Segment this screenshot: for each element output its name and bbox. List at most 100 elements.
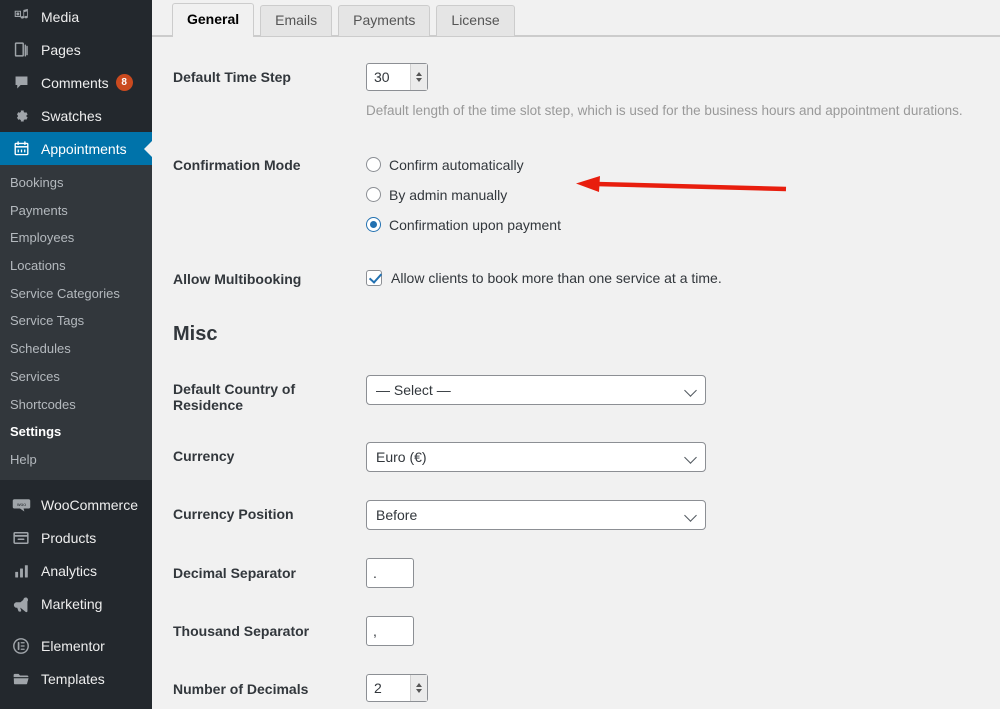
gear-icon — [10, 106, 32, 126]
tab-general[interactable]: General — [172, 3, 254, 36]
sidebar-item-templates[interactable]: Templates — [0, 663, 152, 696]
sidebar-subitem-employees[interactable]: Employees — [0, 224, 152, 252]
decimal-separator-label: Decimal Separator — [152, 558, 366, 581]
sidebar-subitem-services[interactable]: Services — [0, 363, 152, 391]
row-currency-position: Currency Position Before — [152, 472, 1000, 530]
sidebar-item-label: Media — [41, 9, 79, 25]
radio-by-admin-manually[interactable]: By admin manually — [366, 180, 1000, 210]
analytics-bar-chart-icon — [10, 561, 32, 581]
row-currency: Currency Euro (€) — [152, 413, 1000, 472]
megaphone-icon — [10, 594, 32, 614]
sidebar-item-label: Analytics — [41, 563, 97, 579]
sidebar-subitem-service-categories[interactable]: Service Categories — [0, 280, 152, 308]
svg-text:woo: woo — [16, 502, 25, 507]
currency-select-wrap[interactable]: Euro (€) — [366, 442, 706, 472]
default-country-field: — Select — — [366, 375, 1000, 405]
tab-license[interactable]: License — [436, 5, 514, 36]
sidebar-item-label: WooCommerce — [41, 497, 138, 513]
sidebar-subitem-help[interactable]: Help — [0, 446, 152, 474]
default-time-step-stepper[interactable] — [366, 63, 428, 91]
number-of-decimals-stepper[interactable] — [366, 674, 428, 702]
row-confirmation-mode: Confirmation Mode Confirm automatically … — [152, 121, 1000, 240]
radio-circle-icon[interactable] — [366, 157, 381, 172]
number-of-decimals-label: Number of Decimals — [152, 674, 366, 697]
sidebar-subitem-settings[interactable]: Settings — [0, 418, 152, 446]
checkbox-checked-icon[interactable] — [366, 270, 382, 286]
radio-label: By admin manually — [389, 187, 507, 203]
sidebar-subitem-bookings[interactable]: Bookings — [0, 169, 152, 197]
radio-confirmation-upon-payment[interactable]: Confirmation upon payment — [366, 210, 1000, 240]
currency-position-field: Before — [366, 500, 1000, 530]
decimal-separator-field — [366, 558, 1000, 588]
sidebar-item-elementor[interactable]: Elementor — [0, 630, 152, 663]
sidebar-item-media[interactable]: Media — [0, 0, 152, 33]
sidebar-subitem-shortcodes[interactable]: Shortcodes — [0, 391, 152, 419]
radio-label: Confirmation upon payment — [389, 217, 561, 233]
sidebar-item-marketing[interactable]: Marketing — [0, 588, 152, 621]
currency-position-select-wrap[interactable]: Before — [366, 500, 706, 530]
row-default-country: Default Country of Residence — Select — — [152, 346, 1000, 413]
sidebar-item-analytics[interactable]: Analytics — [0, 555, 152, 588]
allow-multibooking-field: Allow clients to book more than one serv… — [366, 270, 1000, 286]
row-number-of-decimals: Number of Decimals — [152, 646, 1000, 702]
spinner-arrows-icon[interactable] — [410, 64, 427, 90]
allow-multibooking-checkbox-row[interactable]: Allow clients to book more than one serv… — [366, 270, 1000, 286]
sidebar-item-woocommerce[interactable]: woo WooCommerce — [0, 489, 152, 522]
default-time-step-field: Default length of the time slot step, wh… — [366, 63, 1000, 121]
radio-circle-icon[interactable] — [366, 187, 381, 202]
sidebar-item-label: Marketing — [41, 596, 102, 612]
sidebar-subitem-locations[interactable]: Locations — [0, 252, 152, 280]
folder-icon — [10, 669, 32, 689]
sidebar-item-label: Templates — [41, 671, 105, 687]
elementor-icon — [10, 636, 32, 656]
media-icon — [10, 7, 32, 27]
default-time-step-help: Default length of the time slot step, wh… — [366, 102, 1000, 121]
settings-tab-bar: General Emails Payments License — [152, 0, 1000, 37]
comments-count-badge: 8 — [116, 74, 133, 91]
number-of-decimals-field — [366, 674, 1000, 702]
currency-label: Currency — [152, 442, 366, 464]
sidebar-item-products[interactable]: Products — [0, 522, 152, 555]
default-country-select-wrap[interactable]: — Select — — [366, 375, 706, 405]
tab-emails[interactable]: Emails — [260, 5, 332, 36]
sidebar-item-label: Products — [41, 530, 96, 546]
calendar-icon — [10, 139, 32, 159]
sidebar-item-comments[interactable]: Comments 8 — [0, 66, 152, 99]
thousand-separator-field — [366, 616, 1000, 646]
sidebar-bottom-menu: woo WooCommerce Products — [0, 489, 152, 621]
currency-position-select[interactable]: Before — [366, 500, 706, 530]
sidebar-subitem-service-tags[interactable]: Service Tags — [0, 307, 152, 335]
currency-select[interactable]: Euro (€) — [366, 442, 706, 472]
sidebar-item-appointments[interactable]: Appointments — [0, 132, 152, 165]
default-time-step-label: Default Time Step — [152, 63, 366, 85]
radio-circle-selected-icon[interactable] — [366, 217, 381, 232]
products-icon — [10, 528, 32, 548]
row-allow-multibooking: Allow Multibooking Allow clients to book… — [152, 240, 1000, 287]
currency-position-label: Currency Position — [152, 500, 366, 522]
misc-section-heading: Misc — [152, 323, 1000, 346]
sidebar-item-label: Comments — [41, 75, 109, 91]
sidebar-divider-1 — [0, 480, 152, 489]
tab-payments[interactable]: Payments — [338, 5, 430, 36]
radio-confirm-automatically[interactable]: Confirm automatically — [366, 150, 1000, 180]
spinner-arrows-icon[interactable] — [410, 675, 427, 701]
thousand-separator-label: Thousand Separator — [152, 616, 366, 639]
default-country-select[interactable]: — Select — — [366, 375, 706, 405]
sidebar-subitem-payments[interactable]: Payments — [0, 197, 152, 225]
sidebar-item-swatches[interactable]: Swatches — [0, 99, 152, 132]
decimal-separator-input[interactable] — [366, 558, 414, 588]
row-thousand-separator: Thousand Separator — [152, 588, 1000, 646]
default-country-label: Default Country of Residence — [152, 375, 366, 413]
admin-sidebar: Media Pages Comments — [0, 0, 152, 709]
sidebar-divider-2 — [0, 621, 152, 630]
sidebar-item-pages[interactable]: Pages — [0, 33, 152, 66]
row-decimal-separator: Decimal Separator — [152, 530, 1000, 588]
settings-content: General Emails Payments License Default … — [152, 0, 1000, 709]
confirmation-mode-label: Confirmation Mode — [152, 150, 366, 173]
currency-field: Euro (€) — [366, 442, 1000, 472]
sidebar-item-label: Swatches — [41, 108, 102, 124]
pages-icon — [10, 40, 32, 60]
sidebar-item-label: Appointments — [41, 141, 127, 157]
thousand-separator-input[interactable] — [366, 616, 414, 646]
sidebar-subitem-schedules[interactable]: Schedules — [0, 335, 152, 363]
